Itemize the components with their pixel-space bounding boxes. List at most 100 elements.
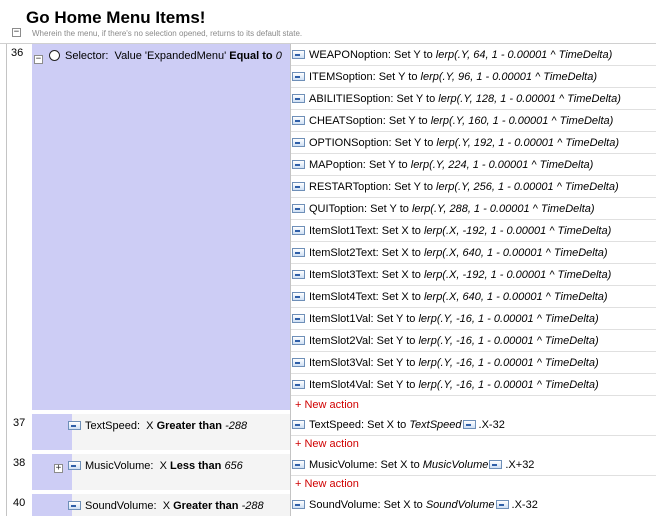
event-number: 37 xyxy=(13,417,26,429)
object-type-icon xyxy=(292,226,305,235)
action-verb: Set X to xyxy=(367,419,407,431)
action-row[interactable]: RESTARToption: Set Y to lerp(.Y, 256, 1 … xyxy=(291,176,656,198)
condition-object: TextSpeed: xyxy=(85,420,141,432)
object-type-icon xyxy=(292,182,305,191)
condition-operator: Equal to xyxy=(229,50,273,62)
action-expression: lerp(.X, 640, 1 - 0.00001 ^ TimeDelta) xyxy=(423,291,608,303)
group-description: Wherein the menu, if there's no selectio… xyxy=(32,29,303,38)
action-row[interactable]: WEAPONoption: Set Y to lerp(.Y, 64, 1 - … xyxy=(291,44,656,66)
action-verb: Set Y to xyxy=(368,159,408,171)
action-row[interactable]: ItemSlot4Text: Set X to lerp(.X, 640, 1 … xyxy=(291,286,656,308)
object-type-icon xyxy=(292,248,305,257)
new-action-button[interactable]: + New action xyxy=(295,475,359,493)
action-verb: Set Y to xyxy=(388,115,428,127)
action-row[interactable]: ItemSlot3Text: Set X to lerp(.X, -192, 1… xyxy=(291,264,656,286)
action-row[interactable]: ItemSlot2Text: Set X to lerp(.X, 640, 1 … xyxy=(291,242,656,264)
object-type-icon xyxy=(292,72,305,81)
action-expression: lerp(.Y, -16, 1 - 0.00001 ^ TimeDelta) xyxy=(418,357,599,369)
action-verb: Set X to xyxy=(381,247,421,259)
action-object: MAPoption: xyxy=(309,159,366,171)
new-action-button[interactable]: + New action xyxy=(295,396,359,414)
action-expression: lerp(.Y, 160, 1 - 0.00001 ^ TimeDelta) xyxy=(430,115,614,127)
action-verb: Set Y to xyxy=(376,357,416,369)
object-type-icon xyxy=(68,461,81,470)
action-object: ItemSlot1Val: xyxy=(309,313,374,325)
action-verb: Set Y to xyxy=(394,137,434,149)
event-36-collapse-toggle[interactable]: − xyxy=(34,55,43,64)
action-row[interactable]: ItemSlot4Val: Set Y to lerp(.Y, -16, 1 -… xyxy=(291,374,656,396)
event-40[interactable]: 40 SoundVolume: X Greater than -288 Soun… xyxy=(0,494,656,516)
action-row[interactable]: QUIToption: Set Y to lerp(.Y, 288, 1 - 0… xyxy=(291,198,656,220)
object-type-icon xyxy=(68,421,81,430)
event-38[interactable]: 38 + MusicVolume: X Less than 656 MusicV… xyxy=(0,454,656,494)
object-type-icon xyxy=(292,50,305,59)
system-circle-icon xyxy=(49,50,60,61)
action-verb: Set X to xyxy=(381,225,421,237)
condition-object: SoundVolume: xyxy=(85,500,157,512)
event-37-actions: TextSpeed: Set X to TextSpeed .X-32 + New… xyxy=(291,414,656,454)
object-type-icon xyxy=(292,380,305,389)
condition-operator: Less than xyxy=(170,460,222,472)
group-collapse-toggle[interactable]: − xyxy=(12,28,21,37)
action-suffix: .X-32 xyxy=(511,499,538,511)
action-row[interactable]: ABILITIESoption: Set Y to lerp(.Y, 128, … xyxy=(291,88,656,110)
object-type-icon xyxy=(495,500,509,509)
action-expression: lerp(.X, 640, 1 - 0.00001 ^ TimeDelta) xyxy=(423,247,608,259)
action-reference: SoundVolume xyxy=(425,499,495,511)
object-type-icon xyxy=(292,94,305,103)
action-expression: lerp(.X, -192, 1 - 0.00001 ^ TimeDelta) xyxy=(423,225,612,237)
action-row[interactable]: MusicVolume: Set X to MusicVolume .X+32 xyxy=(291,454,656,476)
event-38-expand-toggle[interactable]: + xyxy=(54,464,63,473)
event-37-condition[interactable]: TextSpeed: X Greater than -288 xyxy=(68,420,247,432)
action-suffix: .X-32 xyxy=(478,419,505,431)
action-object: ITEMSoption: xyxy=(309,71,376,83)
object-type-icon xyxy=(292,292,305,301)
condition-object: MusicVolume: xyxy=(85,460,154,472)
event-36-condition[interactable]: Selector: Value 'ExpandedMenu' Equal to … xyxy=(49,50,282,62)
action-expression: lerp(.X, -192, 1 - 0.00001 ^ TimeDelta) xyxy=(423,269,612,281)
action-verb: Set Y to xyxy=(396,93,436,105)
action-verb: Set Y to xyxy=(393,49,433,61)
action-row[interactable]: ItemSlot1Text: Set X to lerp(.X, -192, 1… xyxy=(291,220,656,242)
object-type-icon xyxy=(292,270,305,279)
event-36-condition-panel[interactable] xyxy=(32,44,290,410)
action-row[interactable]: OPTIONSoption: Set Y to lerp(.Y, 192, 1 … xyxy=(291,132,656,154)
action-object: ItemSlot1Text: xyxy=(309,225,379,237)
action-verb: Set Y to xyxy=(376,379,416,391)
condition-value: 656 xyxy=(224,460,243,472)
event-number: 36 xyxy=(11,47,24,59)
action-verb: Set X to xyxy=(381,291,421,303)
event-37[interactable]: 37 TextSpeed: X Greater than -288 TextSp… xyxy=(0,414,656,454)
action-reference: TextSpeed xyxy=(409,419,462,431)
event-36[interactable]: 36 − Selector: Value 'ExpandedMenu' Equa… xyxy=(0,44,656,414)
action-row[interactable]: ItemSlot2Val: Set Y to lerp(.Y, -16, 1 -… xyxy=(291,330,656,352)
action-object: CHEATSoption: xyxy=(309,115,386,127)
object-type-icon xyxy=(489,460,503,469)
action-expression: lerp(.Y, 288, 1 - 0.00001 ^ TimeDelta) xyxy=(411,203,595,215)
action-expression: lerp(.Y, -16, 1 - 0.00001 ^ TimeDelta) xyxy=(418,379,599,391)
object-type-icon xyxy=(292,420,305,429)
action-verb: Set X to xyxy=(380,459,420,471)
new-action-button[interactable]: + New action xyxy=(295,435,359,453)
object-type-icon xyxy=(292,460,305,469)
action-object: MusicVolume: xyxy=(309,459,378,471)
action-row[interactable]: SoundVolume: Set X to SoundVolume .X-32 xyxy=(291,494,656,516)
action-verb: Set X to xyxy=(383,499,423,511)
object-type-icon xyxy=(292,336,305,345)
action-row[interactable]: MAPoption: Set Y to lerp(.Y, 224, 1 - 0.… xyxy=(291,154,656,176)
condition-value: -288 xyxy=(225,420,248,432)
action-row[interactable]: ItemSlot3Val: Set Y to lerp(.Y, -16, 1 -… xyxy=(291,352,656,374)
action-row[interactable]: TextSpeed: Set X to TextSpeed .X-32 xyxy=(291,414,656,436)
action-row[interactable]: CHEATSoption: Set Y to lerp(.Y, 160, 1 -… xyxy=(291,110,656,132)
action-expression: lerp(.Y, -16, 1 - 0.00001 ^ TimeDelta) xyxy=(418,313,599,325)
action-reference: MusicVolume xyxy=(422,459,489,471)
action-row[interactable]: ItemSlot1Val: Set Y to lerp(.Y, -16, 1 -… xyxy=(291,308,656,330)
event-40-condition[interactable]: SoundVolume: X Greater than -288 xyxy=(68,500,264,512)
event-number: 38 xyxy=(13,457,26,469)
action-object: OPTIONSoption: xyxy=(309,137,392,149)
event-group-header[interactable]: Go Home Menu Items! − Wherein the menu, … xyxy=(0,0,656,44)
condition-operator: Greater than xyxy=(156,420,222,432)
event-38-condition[interactable]: MusicVolume: X Less than 656 xyxy=(68,460,243,472)
action-object: ItemSlot2Text: xyxy=(309,247,379,259)
action-row[interactable]: ITEMSoption: Set Y to lerp(.Y, 96, 1 - 0… xyxy=(291,66,656,88)
